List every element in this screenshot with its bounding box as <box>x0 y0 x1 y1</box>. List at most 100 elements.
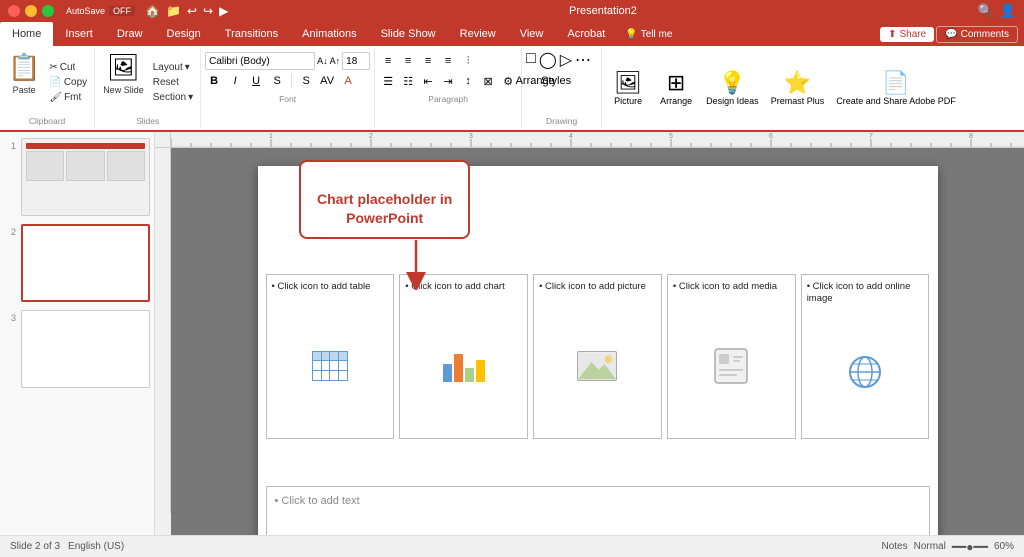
reset-button[interactable]: Reset <box>150 76 196 89</box>
section-button[interactable]: Section ▾ <box>150 91 196 104</box>
online-image-placeholder[interactable]: • Click icon to add online image <box>801 274 930 439</box>
cut-icon: ✂ <box>49 62 57 73</box>
text-direction-button[interactable]: ↕ <box>459 72 477 90</box>
notes-button[interactable]: Notes <box>881 541 907 552</box>
shape1-button[interactable]: □ <box>526 50 536 70</box>
align-center-button[interactable]: ≡ <box>399 52 417 70</box>
copy-button[interactable]: 📄 Copy <box>46 76 90 89</box>
picture-icon: 🖼 <box>614 70 642 96</box>
shape2-button[interactable]: ◯ <box>539 50 557 70</box>
tab-acrobat[interactable]: Acrobat <box>555 22 617 46</box>
font-name-input[interactable] <box>205 52 315 70</box>
tab-view[interactable]: View <box>508 22 556 46</box>
format-painter-button[interactable]: 🖌 Fmt <box>46 91 90 104</box>
drawing-group: □ ◯ ▷ ⋯ Arrange Styles Drawing <box>522 48 602 128</box>
paste-button[interactable]: 📋 Paste <box>4 50 44 114</box>
chart-icon <box>443 350 485 382</box>
ruler-top: 123456789 <box>171 132 1024 148</box>
new-slide-button[interactable]: 🖼 New Slide <box>99 50 148 114</box>
minimize-button[interactable] <box>25 5 37 17</box>
slide-item-2[interactable]: 2 <box>4 224 150 302</box>
paste-icon: 📋 <box>8 52 40 83</box>
slide-view[interactable]: Chart placeholder in PowerPoint <box>171 148 1024 535</box>
new-slide-icon: 🖼 <box>107 52 140 83</box>
picture-button[interactable]: 🖼 Picture <box>606 66 650 110</box>
media-placeholder[interactable]: • Click icon to add media <box>667 274 796 439</box>
bold-button[interactable]: B <box>205 72 223 90</box>
tab-draw[interactable]: Draw <box>105 22 155 46</box>
chart-placeholder[interactable]: • Click icon to add chart <box>399 274 528 439</box>
home-icon[interactable]: 🏠 <box>145 4 160 18</box>
bullet-button[interactable]: ☰ <box>379 72 397 90</box>
font-increase-icon[interactable]: A↑ <box>330 56 341 66</box>
table-placeholder[interactable]: • Click icon to add table <box>266 274 395 439</box>
align-left-button[interactable]: ≡ <box>379 52 397 70</box>
maximize-button[interactable] <box>42 5 54 17</box>
tell-me-input[interactable]: 💡 Tell me <box>617 22 680 46</box>
tab-design[interactable]: Design <box>155 22 213 46</box>
redo-icon[interactable]: ↪ <box>203 4 213 18</box>
close-button[interactable] <box>8 5 20 17</box>
font-size-input[interactable] <box>342 52 370 70</box>
folder-icon[interactable]: 📁 <box>166 4 181 18</box>
tab-slideshow[interactable]: Slide Show <box>369 22 448 46</box>
design-ideas-icon: 💡 <box>719 70 746 96</box>
view-normal-button[interactable]: Normal <box>914 541 946 552</box>
zoom-level: 60% <box>994 541 1014 552</box>
arrange-btn[interactable]: ⊞ Arrange <box>654 66 698 110</box>
numbering-button[interactable]: ☷ <box>399 72 417 90</box>
search-icon[interactable]: 🔍 <box>978 3 994 19</box>
premast-icon: ⭐ <box>784 70 811 96</box>
convert-smartart-button[interactable]: ⚙ <box>499 72 517 90</box>
text-placeholder[interactable]: • Click to add text <box>266 486 930 535</box>
indent-decrease-button[interactable]: ⇤ <box>419 72 437 90</box>
font-decrease-icon[interactable]: A↓ <box>317 56 328 66</box>
layout-button[interactable]: Layout ▾ <box>150 61 196 74</box>
indent-increase-button[interactable]: ⇥ <box>439 72 457 90</box>
slide-item-1[interactable]: 1 <box>4 138 150 216</box>
zoom-slider[interactable]: ━━●━━ <box>952 540 988 554</box>
autosave-toggle[interactable]: OFF <box>109 6 135 16</box>
slide-thumb-1[interactable] <box>21 138 150 216</box>
shadow-button[interactable]: S <box>297 72 315 90</box>
font-color-button[interactable]: A <box>339 72 357 90</box>
slide-thumb-2[interactable] <box>21 224 150 302</box>
design-ideas-button[interactable]: 💡 Design Ideas <box>702 66 763 110</box>
shapes-more-button[interactable]: ⋯ <box>575 50 591 70</box>
slide-item-3[interactable]: 3 <box>4 310 150 388</box>
strikethrough-button[interactable]: S <box>268 72 286 90</box>
underline-button[interactable]: U <box>247 72 265 90</box>
justify-button[interactable]: ≡ <box>439 52 457 70</box>
ribbon: Home Insert Draw Design Transitions Anim… <box>0 22 1024 132</box>
share-button[interactable]: ⬆ Share <box>880 27 934 42</box>
quick-styles-button[interactable]: Styles <box>547 72 565 90</box>
tab-transitions[interactable]: Transitions <box>213 22 290 46</box>
present-icon[interactable]: ▶ <box>219 4 228 18</box>
tab-animations[interactable]: Animations <box>290 22 368 46</box>
svg-text:1: 1 <box>269 133 273 140</box>
tab-insert[interactable]: Insert <box>53 22 105 46</box>
columns-button[interactable]: ⫶ <box>459 52 477 70</box>
adobe-button[interactable]: 📄 Create and Share Adobe PDF <box>832 66 960 111</box>
arrange-icon: ⊞ <box>667 70 685 96</box>
slide-thumb-3[interactable] <box>21 310 150 388</box>
comment-icon: 💬 <box>945 29 957 40</box>
picture-placeholder[interactable]: • Click icon to add picture <box>533 274 662 439</box>
premast-button[interactable]: ⭐ Premast Plus <box>767 66 829 110</box>
vertical-align-button[interactable]: ⊠ <box>479 72 497 90</box>
comments-button[interactable]: 💬 Comments <box>936 26 1018 43</box>
char-spacing-button[interactable]: AV <box>318 72 336 90</box>
status-left: Slide 2 of 3 English (US) <box>10 541 124 552</box>
content-boxes: • Click icon to add table <box>266 274 930 439</box>
copy-icon: 📄 <box>49 77 61 88</box>
autosave-label: AutoSave <box>66 6 105 16</box>
cut-button[interactable]: ✂ Cut <box>46 61 90 74</box>
account-icon[interactable]: 👤 <box>1000 3 1016 19</box>
tab-review[interactable]: Review <box>448 22 508 46</box>
tab-home[interactable]: Home <box>0 22 53 46</box>
shape3-button[interactable]: ▷ <box>560 50 572 70</box>
italic-button[interactable]: I <box>226 72 244 90</box>
right-ribbon-buttons: 🖼 Picture ⊞ Arrange 💡 Design Ideas ⭐ Pre… <box>606 48 960 128</box>
undo-icon[interactable]: ↩ <box>187 4 197 18</box>
align-right-button[interactable]: ≡ <box>419 52 437 70</box>
